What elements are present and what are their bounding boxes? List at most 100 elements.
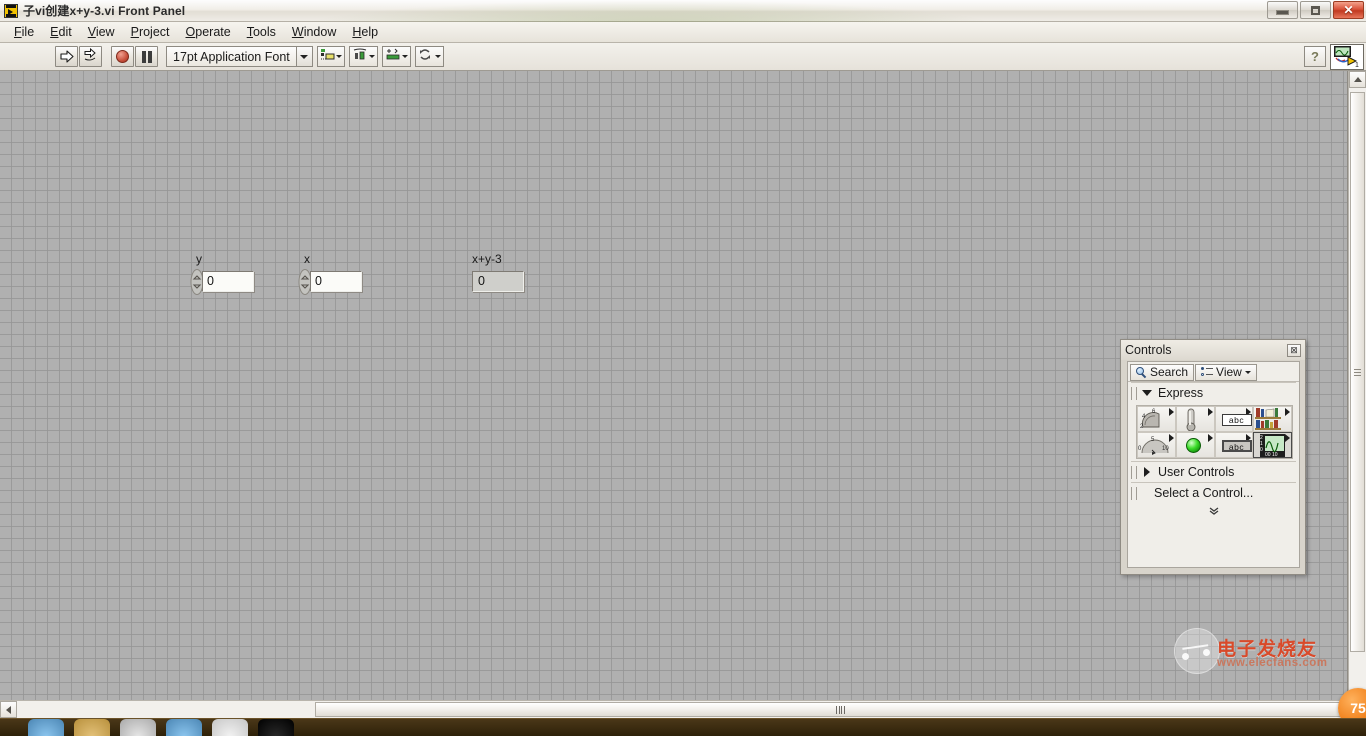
chevron-double-down-icon	[1207, 506, 1221, 519]
palette-drag-grip[interactable]	[1131, 486, 1137, 500]
taskbar[interactable]	[0, 718, 1366, 736]
site-watermark: 电子发烧友 www.elecfans.com	[1172, 624, 1347, 682]
horizontal-scroll-track[interactable]	[17, 701, 1366, 718]
front-panel-canvas[interactable]: y 0 x 0 x+y-3 0 Controls ⊠ Search View E…	[0, 71, 1348, 700]
reorder-objects-button[interactable]	[414, 46, 444, 67]
palette-search-button[interactable]: Search	[1130, 363, 1195, 381]
scroll-thumb-grip	[1354, 368, 1361, 376]
palette-section-user-controls-label: User Controls	[1158, 465, 1235, 479]
pause-button[interactable]	[135, 46, 158, 67]
controls-palette[interactable]: Controls ⊠ Search View Express 2 4 6 abc…	[1120, 339, 1306, 575]
menu-view-label: iew	[95, 25, 115, 39]
minimize-icon	[1276, 10, 1289, 15]
taskbar-item-4[interactable]	[166, 719, 202, 736]
subpalette-arrow-icon[interactable]	[1207, 434, 1213, 442]
menu-help-label: elp	[361, 25, 379, 39]
svg-text:10: 10	[1162, 446, 1169, 452]
palette-item-gauge-indicator[interactable]: 0 5 10	[1137, 432, 1176, 458]
align-objects-button[interactable]	[316, 46, 345, 67]
taskbar-item-2[interactable]	[74, 719, 110, 736]
palette-drag-grip[interactable]	[1131, 465, 1137, 479]
palette-select-a-control[interactable]: Select a Control...	[1128, 483, 1299, 503]
context-help-button[interactable]: ?	[1304, 46, 1326, 67]
gauge-icon: 0 5 10	[1138, 435, 1172, 457]
svg-text:1: 1	[1355, 62, 1359, 69]
palette-item-string-control[interactable]: abc	[1214, 406, 1254, 432]
horizontal-scroll-thumb[interactable]	[315, 702, 1366, 717]
palette-view-button[interactable]: View	[1195, 363, 1257, 381]
window-title: 子vi创建x+y-3.vi Front Panel	[23, 4, 186, 18]
subpalette-arrow-icon[interactable]	[1285, 408, 1290, 416]
panel-area: y 0 x 0 x+y-3 0 Controls ⊠ Search View E…	[0, 71, 1366, 700]
vertical-scroll-track[interactable]	[1349, 88, 1366, 700]
view-dropdown-arrow-icon[interactable]	[1244, 370, 1251, 374]
taskbar-item-5[interactable]	[212, 719, 248, 736]
run-button[interactable]	[55, 46, 78, 67]
align-dropdown-arrow-icon[interactable]	[335, 55, 342, 58]
vertical-scrollbar[interactable]	[1348, 71, 1366, 700]
waveform-graph-icon: 2 1 0 00 10	[1257, 434, 1287, 458]
minimize-button[interactable]	[1267, 1, 1298, 19]
menu-operate[interactable]: Operate	[178, 23, 239, 41]
palette-search-label: Search	[1150, 365, 1189, 379]
maximize-icon	[1311, 5, 1320, 15]
abort-execution-button[interactable]	[111, 46, 134, 67]
distribute-objects-button[interactable]	[348, 46, 378, 67]
menu-edit[interactable]: Edit	[42, 23, 80, 41]
palette-item-numeric-controls-knob[interactable]: 2 4 6	[1137, 406, 1176, 432]
menu-project[interactable]: Project	[123, 23, 178, 41]
subpalette-arrow-icon[interactable]	[1168, 408, 1174, 416]
svg-text:00 10: 00 10	[1265, 452, 1278, 458]
numeric-indicator-result-value: 0	[472, 271, 524, 292]
palette-drag-grip[interactable]	[1131, 386, 1137, 400]
scroll-left-button[interactable]	[0, 701, 17, 718]
distribute-objects-icon	[352, 48, 368, 66]
controls-palette-close-icon[interactable]: ⊠	[1287, 343, 1301, 357]
view-list-icon	[1201, 366, 1214, 378]
toolbar: 17pt Application Font ? 1	[0, 43, 1366, 71]
palette-item-string-indicator[interactable]: abc	[1214, 432, 1254, 458]
palette-item-waveform-graph[interactable]: 2 1 0 00 10	[1253, 432, 1292, 458]
align-objects-icon	[320, 48, 335, 66]
menu-help[interactable]: Help	[344, 23, 386, 41]
menu-tools[interactable]: Tools	[239, 23, 284, 41]
palette-item-slide-control[interactable]	[1175, 406, 1215, 432]
numeric-control-y-label: y	[196, 252, 202, 266]
run-continuously-button[interactable]	[79, 46, 102, 67]
menu-file-label: ile	[21, 25, 35, 39]
labview-vi-icon	[4, 3, 18, 18]
taskbar-item-6[interactable]	[258, 719, 294, 736]
vertical-scroll-thumb[interactable]	[1350, 92, 1365, 652]
resize-objects-button[interactable]	[381, 46, 411, 67]
palette-expand-footer[interactable]	[1128, 503, 1299, 521]
palette-item-led-indicator[interactable]	[1175, 432, 1215, 458]
numeric-control-y-value[interactable]: 0	[202, 271, 254, 292]
palette-item-user-interface-library[interactable]	[1253, 406, 1292, 432]
distribute-dropdown-arrow-icon[interactable]	[368, 55, 375, 58]
palette-section-user-controls[interactable]: User Controls	[1128, 462, 1299, 482]
resize-dropdown-arrow-icon[interactable]	[401, 55, 408, 58]
svg-text:0: 0	[1138, 446, 1142, 452]
labview-front-panel-window: 子vi创建x+y-3.vi Front Panel ✕ File Edit Vi…	[0, 0, 1366, 718]
palette-section-express[interactable]: Express	[1128, 383, 1299, 403]
font-selector[interactable]: 17pt Application Font	[166, 46, 313, 67]
maximize-button[interactable]	[1300, 1, 1331, 19]
menu-view[interactable]: View	[80, 23, 123, 41]
scroll-up-button[interactable]	[1349, 71, 1366, 88]
title-bar-glow	[300, 0, 1000, 22]
close-button[interactable]: ✕	[1333, 1, 1364, 19]
font-dropdown-arrow-icon[interactable]	[295, 47, 312, 66]
menu-tools-label: ools	[252, 25, 276, 39]
menu-file[interactable]: File	[6, 23, 42, 41]
resize-objects-icon	[385, 48, 401, 66]
reorder-dropdown-arrow-icon[interactable]	[434, 55, 441, 58]
numeric-control-x-value[interactable]: 0	[310, 271, 362, 292]
close-icon: ✕	[1343, 3, 1354, 17]
taskbar-item-3[interactable]	[120, 719, 156, 736]
vi-icon-pane[interactable]: 1	[1330, 44, 1364, 70]
subpalette-arrow-icon[interactable]	[1207, 408, 1213, 416]
palette-view-label: View	[1216, 365, 1242, 379]
menu-window[interactable]: Window	[284, 23, 344, 41]
taskbar-item-1[interactable]	[28, 719, 64, 736]
horizontal-scrollbar[interactable]	[0, 700, 1366, 718]
